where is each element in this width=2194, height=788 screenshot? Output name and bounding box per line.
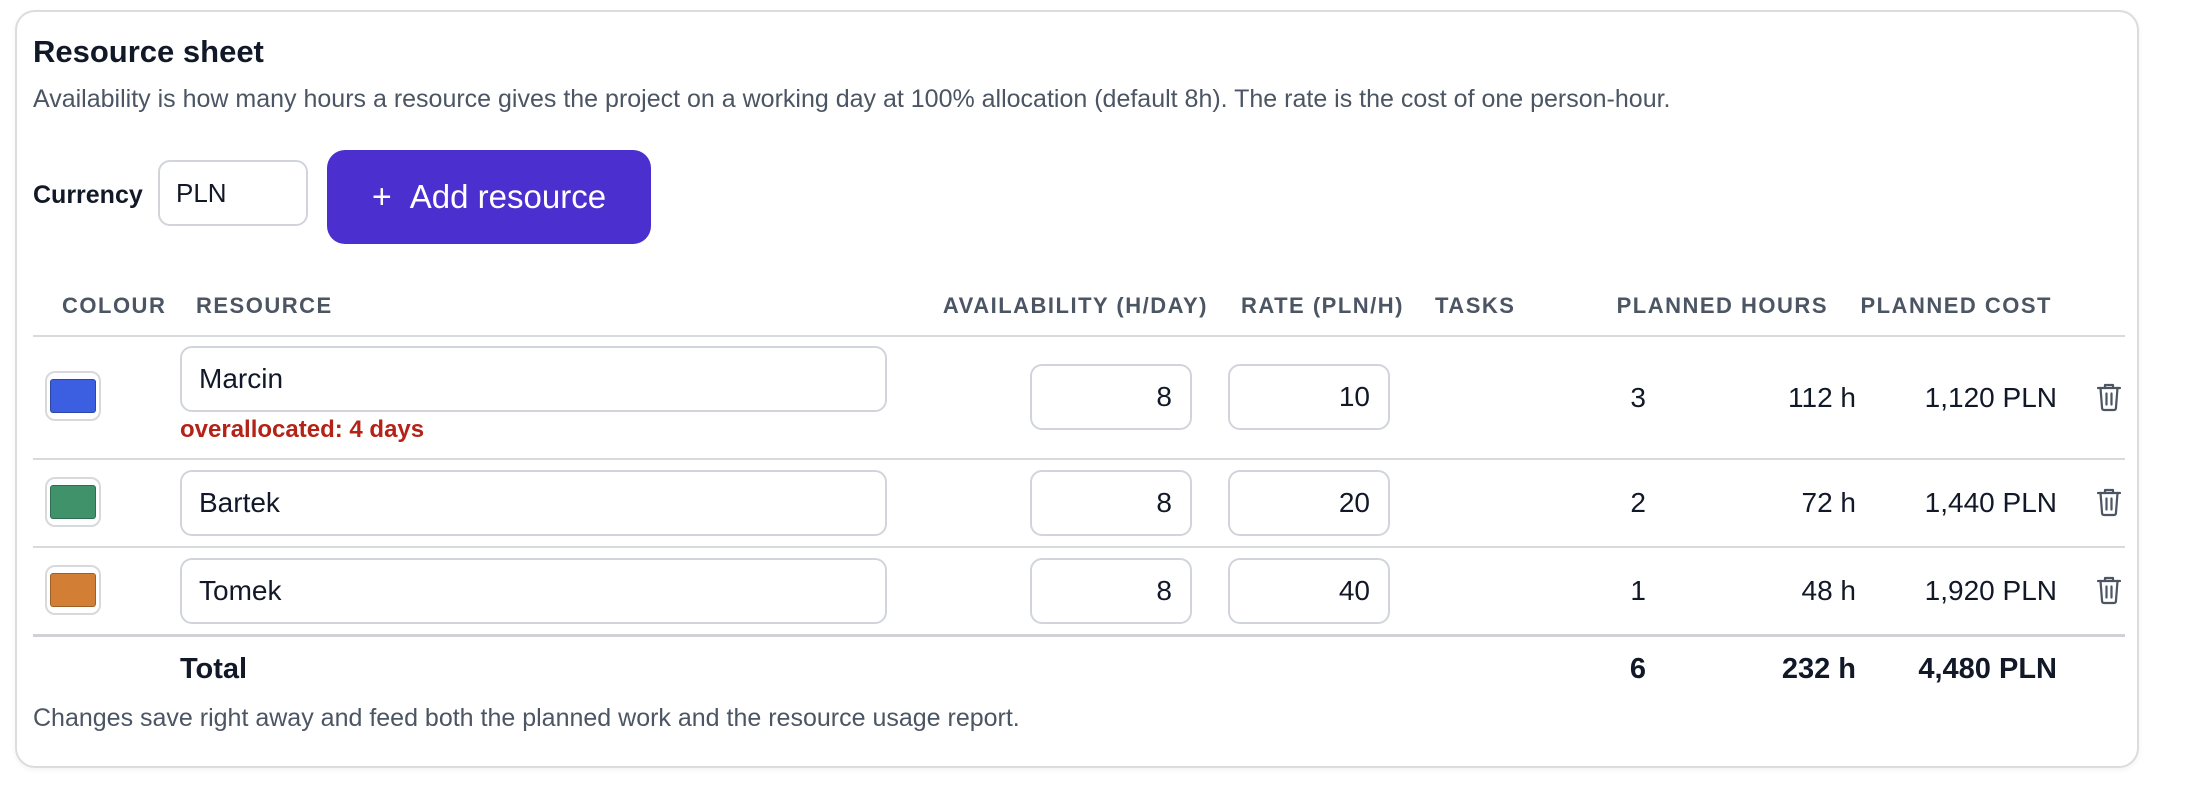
colour-swatch-button[interactable] [45, 565, 101, 615]
tasks-count: 1 [1630, 575, 1646, 606]
tasks-count: 2 [1630, 487, 1646, 518]
resource-name-input[interactable] [180, 346, 887, 412]
row-divider [33, 546, 2125, 548]
rate-input[interactable] [1228, 470, 1390, 536]
delete-resource-button[interactable] [2092, 484, 2126, 520]
header-planned-hours: PLANNED HOURS [1616, 293, 1828, 318]
add-resource-button[interactable]: + Add resource [327, 150, 651, 244]
total-divider [33, 634, 2125, 637]
plus-icon: + [371, 178, 392, 216]
planned-cost: 1,120 PLN [1924, 382, 2057, 413]
page-title: Resource sheet [33, 34, 264, 69]
colour-swatch [50, 485, 96, 519]
planned-hours: 112 h [1788, 382, 1856, 413]
colour-swatch [50, 379, 96, 413]
colour-swatch-button[interactable] [45, 371, 101, 421]
add-resource-label: Add resource [409, 178, 607, 215]
trash-icon [2096, 488, 2122, 517]
delete-resource-button[interactable] [2092, 379, 2126, 415]
header-tasks: TASKS [1435, 293, 1516, 318]
total-label: Total [180, 653, 248, 685]
currency-input[interactable] [158, 160, 308, 226]
page-description: Availability is how many hours a resourc… [33, 85, 1671, 113]
availability-input[interactable] [1030, 558, 1192, 624]
resource-name-input[interactable] [180, 558, 887, 624]
currency-label: Currency [33, 181, 143, 209]
header-colour: COLOUR [62, 293, 167, 318]
colour-swatch [50, 573, 96, 607]
resource-name-input[interactable] [180, 470, 887, 536]
overallocation-warning: overallocated: 4 days [180, 416, 425, 443]
row-divider [33, 458, 2125, 460]
header-planned-cost: PLANNED COST [1860, 293, 2052, 318]
planned-cost: 1,440 PLN [1924, 487, 2057, 518]
header-resource: RESOURCE [196, 293, 333, 318]
planned-hours: 48 h [1801, 575, 1857, 606]
rate-input[interactable] [1228, 364, 1390, 430]
availability-input[interactable] [1030, 364, 1192, 430]
colour-swatch-button[interactable] [45, 477, 101, 527]
footnote: Changes save right away and feed both th… [33, 704, 1020, 732]
delete-resource-button[interactable] [2092, 572, 2126, 608]
availability-input[interactable] [1030, 470, 1192, 536]
trash-icon [2096, 576, 2122, 605]
total-tasks: 6 [1629, 653, 1646, 685]
total-planned-cost: 4,480 PLN [1918, 653, 2057, 685]
planned-hours: 72 h [1801, 487, 1857, 518]
rate-input[interactable] [1228, 558, 1390, 624]
trash-icon [2096, 383, 2122, 412]
total-planned-hours: 232 h [1781, 653, 1856, 685]
planned-cost: 1,920 PLN [1924, 575, 2057, 606]
header-rate: RATE (PLN/H) [1240, 293, 1404, 318]
header-divider [33, 335, 2125, 337]
header-availability: AVAILABILITY (H/DAY) [942, 293, 1208, 318]
tasks-count: 3 [1630, 382, 1646, 413]
